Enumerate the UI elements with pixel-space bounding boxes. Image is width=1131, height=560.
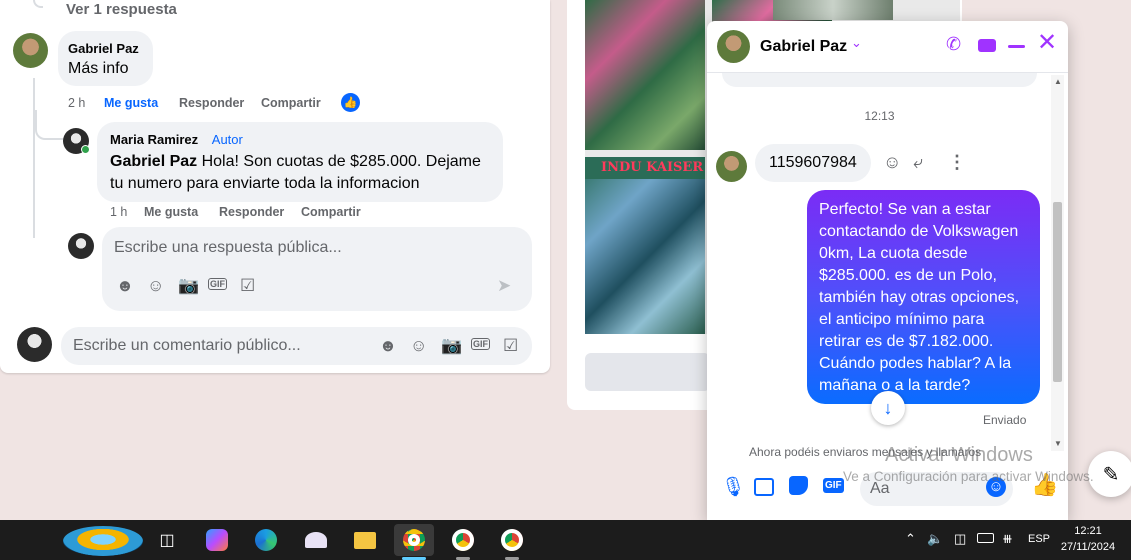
contact-avatar[interactable] bbox=[716, 151, 747, 182]
thread-line bbox=[33, 78, 35, 238]
product-photo bbox=[773, 0, 893, 20]
clock-date: 27/11/2024 bbox=[1060, 541, 1116, 553]
incoming-message[interactable]: 1159607984 bbox=[755, 144, 871, 182]
comment-time[interactable]: 1 h bbox=[110, 205, 127, 219]
video-call-icon[interactable] bbox=[978, 39, 996, 52]
wifi-icon[interactable]: ⧻ bbox=[1002, 531, 1013, 547]
like-reaction-icon[interactable]: 👍 bbox=[341, 93, 360, 112]
copilot-icon[interactable] bbox=[197, 524, 237, 556]
emoji-icon[interactable]: ☺ bbox=[410, 336, 427, 356]
product-banner: INDU KAISER bbox=[585, 157, 705, 179]
author-badge: Autor bbox=[211, 132, 243, 147]
comment-text: Gabriel Paz Hola! Son cuotas de $285.000… bbox=[110, 151, 495, 195]
chrome-icon[interactable] bbox=[492, 524, 532, 556]
clock[interactable]: 12:21 27/11/2024 bbox=[1058, 523, 1118, 555]
task-view-icon[interactable]: ◫ bbox=[147, 524, 187, 556]
gif-icon[interactable]: GIF bbox=[208, 278, 227, 290]
online-status-icon bbox=[81, 145, 90, 154]
contact-avatar[interactable] bbox=[717, 30, 750, 63]
reply-placeholder: Escribe una respuesta pública... bbox=[114, 239, 342, 256]
sticker-icon[interactable]: ☑ bbox=[503, 336, 518, 356]
comment-bubble: Gabriel Paz Más info bbox=[58, 31, 153, 86]
mute-icon[interactable]: 🔈 bbox=[927, 531, 943, 547]
scroll-down-arrow-icon[interactable]: ▼ bbox=[1054, 439, 1062, 448]
thread-connector bbox=[35, 110, 63, 140]
app-icon[interactable] bbox=[296, 524, 336, 556]
watermark-title: Activar Windows bbox=[885, 444, 1033, 466]
comment-text: Más info bbox=[68, 60, 129, 77]
share-button[interactable]: Compartir bbox=[301, 205, 361, 219]
comment-placeholder: Escribe un comentario público... bbox=[73, 337, 301, 354]
chrome-icon[interactable] bbox=[394, 524, 434, 556]
chat-scrollbar[interactable]: ▲ ▼ bbox=[1051, 75, 1064, 451]
avatar-sticker-icon[interactable]: ☻ bbox=[116, 276, 134, 296]
emoji-icon[interactable]: ☺ bbox=[147, 276, 164, 296]
comment-input[interactable]: Escribe un comentario público... ☻ ☺ 📷 G… bbox=[61, 327, 532, 365]
avatar-sticker-icon[interactable]: ☻ bbox=[379, 336, 397, 356]
file-explorer-icon[interactable] bbox=[345, 524, 385, 556]
scrollbar-thumb[interactable] bbox=[1053, 202, 1062, 382]
chevron-down-icon[interactable]: ⌄ bbox=[851, 35, 862, 51]
send-icon[interactable]: ➤ bbox=[497, 276, 511, 296]
like-button[interactable]: Me gusta bbox=[144, 205, 198, 219]
comment-author[interactable]: Gabriel Paz bbox=[68, 41, 139, 56]
react-icon[interactable]: ☺ bbox=[883, 152, 901, 173]
chrome-icon[interactable] bbox=[443, 524, 483, 556]
sticker-icon[interactable] bbox=[789, 476, 808, 495]
current-user-avatar[interactable] bbox=[68, 233, 94, 259]
phone-icon[interactable]: ✆ bbox=[946, 34, 961, 55]
photo-icon[interactable] bbox=[754, 478, 774, 496]
share-button[interactable]: Compartir bbox=[261, 96, 321, 110]
widgets-icon[interactable] bbox=[63, 526, 143, 556]
watermark-subtitle: Ve a Configuración para activar Windows. bbox=[843, 469, 1094, 484]
post-action-button[interactable] bbox=[585, 353, 710, 391]
clock-time: 12:21 bbox=[1074, 525, 1102, 537]
reply-button[interactable]: Responder bbox=[219, 205, 284, 219]
scroll-up-arrow-icon[interactable]: ▲ bbox=[1054, 77, 1062, 86]
chat-title[interactable]: Gabriel Paz bbox=[760, 38, 847, 56]
view-replies-link[interactable]: Ver 1 respuesta bbox=[66, 1, 177, 18]
like-button[interactable]: Me gusta bbox=[104, 96, 158, 110]
reply-button[interactable]: Responder bbox=[179, 96, 244, 110]
close-icon[interactable]: ✕ bbox=[1037, 31, 1057, 55]
previous-message-bubble bbox=[722, 73, 1037, 87]
message-status: Enviado bbox=[983, 413, 1027, 427]
comment-time[interactable]: 2 h bbox=[68, 96, 85, 110]
battery-icon[interactable] bbox=[977, 533, 994, 543]
taskbar: ◫ ⌃ 🔈 ◫ ⧻ ESP 12:21 27/11/2024 bbox=[0, 520, 1131, 560]
product-photo: INDU KAISER bbox=[585, 157, 705, 334]
sticker-icon[interactable]: ☑ bbox=[240, 276, 255, 296]
comment-bubble: Maria Ramirez Autor Gabriel Paz Hola! So… bbox=[97, 122, 503, 202]
minimize-icon[interactable] bbox=[1008, 45, 1025, 48]
camera-icon[interactable]: 📷 bbox=[441, 336, 462, 356]
gif-icon[interactable]: GIF bbox=[823, 478, 844, 493]
comment-header: Maria Ramirez Autor bbox=[110, 132, 243, 147]
product-photo bbox=[585, 0, 705, 150]
comments-panel: Ver 1 respuesta Gabriel Paz Más info 2 h… bbox=[0, 0, 550, 373]
scroll-down-button[interactable]: ↓ bbox=[871, 391, 905, 425]
outgoing-message[interactable]: Perfecto! Se van a estar contactando de … bbox=[807, 190, 1040, 404]
microphone-icon[interactable]: 🎙 bbox=[721, 475, 745, 499]
current-user-avatar[interactable] bbox=[17, 327, 52, 362]
reply-arrow-icon[interactable]: ⤶ bbox=[913, 152, 923, 173]
thread-line bbox=[33, 0, 43, 8]
chat-header: Gabriel Paz ⌄ ✆ ✕ bbox=[707, 21, 1068, 73]
chevron-up-icon[interactable]: ⌃ bbox=[905, 531, 916, 547]
avatar-gabriel-paz[interactable] bbox=[13, 33, 48, 68]
comment-author[interactable]: Maria Ramirez bbox=[110, 132, 198, 147]
vpn-icon[interactable]: ◫ bbox=[954, 531, 966, 547]
camera-icon[interactable]: 📷 bbox=[178, 276, 199, 296]
more-options-icon[interactable]: ⋮ bbox=[948, 152, 966, 173]
reply-input[interactable]: Escribe una respuesta pública... ☻ ☺ 📷 G… bbox=[102, 227, 532, 311]
language-indicator[interactable]: ESP bbox=[1028, 533, 1050, 545]
edge-icon[interactable] bbox=[246, 524, 286, 556]
mention-link[interactable]: Gabriel Paz bbox=[110, 153, 197, 170]
gif-icon[interactable]: GIF bbox=[471, 338, 490, 350]
message-timestamp: 12:13 bbox=[864, 109, 895, 123]
